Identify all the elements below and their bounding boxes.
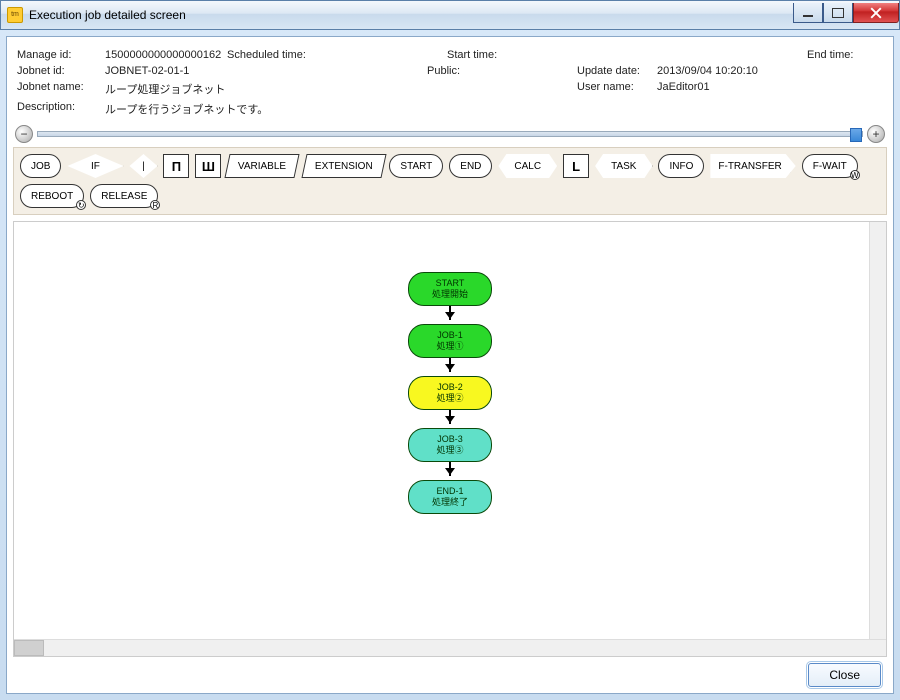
palette-task[interactable]: TASK [595,154,652,178]
end-time-label: End time: [807,49,867,61]
palette-ftransfer[interactable]: F-TRANSFER↘ [710,154,795,178]
palette-variable[interactable]: VARIABLE [225,154,300,178]
maximize-button[interactable] [823,3,853,23]
palette-merge-w[interactable]: Ш [195,154,221,178]
start-time-label: Start time: [447,49,507,61]
app-icon: tm [7,7,23,23]
jobnet-id-value: JOBNET-02-01-1 [105,65,189,77]
flow-node-job1[interactable]: JOB-1処理① [408,324,492,358]
palette-extension[interactable]: EXTENSION [301,154,386,178]
flow-arrow [449,358,451,372]
flow-canvas[interactable]: START処理開始 JOB-1処理① JOB-2処理② JOB-3処理③ END-1処理… [14,222,886,656]
zoom-out-button[interactable]: − [15,125,33,143]
palette-start[interactable]: START [389,154,443,178]
palette-calc[interactable]: CALC [498,154,557,178]
description-label: Description: [17,101,105,117]
palette-drop-i[interactable]: | [129,154,157,178]
flow-node-start[interactable]: START処理開始 [408,272,492,306]
description-value: ループを行うジョブネットです。 [105,101,268,117]
info-panel: Manage id:1500000000000000162 Scheduled … [13,43,887,125]
close-window-button[interactable] [853,3,899,23]
palette-job[interactable]: JOB [20,154,61,178]
jobnet-name-value: ループ処理ジョブネット [105,81,225,97]
palette-if[interactable]: IF [67,154,123,178]
manage-id-label: Manage id: [17,49,105,61]
update-date-value: 2013/09/04 10:20:10 [657,65,758,77]
content-area: Manage id:1500000000000000162 Scheduled … [6,36,894,694]
flow-node-end1[interactable]: END-1処理終了 [408,480,492,514]
jobnet-name-label: Jobnet name: [17,81,105,97]
manage-id-value: 1500000000000000162 [105,49,221,61]
titlebar[interactable]: tm Execution job detailed screen [0,0,900,30]
minimize-button[interactable] [793,3,823,23]
flow-diagram: START処理開始 JOB-1処理① JOB-2処理② JOB-3処理③ END-1処理… [408,272,492,514]
node-palette: JOBIF|ПШVARIABLEEXTENSIONSTARTENDCALCLTA… [13,147,887,215]
window-buttons [793,3,899,23]
palette-info[interactable]: INFO [658,154,704,178]
palette-end[interactable]: END [449,154,492,178]
update-date-label: Update date: [577,65,657,77]
palette-reboot[interactable]: REBOOT↻ [20,184,84,208]
palette-fwait[interactable]: F-WAITW [802,154,858,178]
flow-canvas-wrap: START処理開始 JOB-1処理① JOB-2処理② JOB-3処理③ END-1処理… [13,221,887,657]
flow-arrow [449,462,451,476]
horizontal-scroll-thumb[interactable] [14,640,44,656]
vertical-scrollbar[interactable] [869,222,886,639]
user-name-label: User name: [577,81,657,97]
palette-loop[interactable]: L [563,154,589,178]
palette-merge-m[interactable]: П [163,154,189,178]
window-title: Execution job detailed screen [29,8,793,22]
flow-node-job3[interactable]: JOB-3処理③ [408,428,492,462]
user-name-value: JaEditor01 [657,81,710,97]
footer: Close [13,657,887,687]
public-label: Public: [427,65,467,77]
horizontal-scrollbar[interactable] [14,639,886,656]
flow-arrow [449,410,451,424]
zoom-slider[interactable] [37,131,863,137]
zoom-slider-thumb[interactable] [850,128,862,142]
zoom-slider-row: − + [13,125,887,147]
zoom-in-button[interactable]: + [867,125,885,143]
palette-release[interactable]: RELEASER [90,184,158,208]
jobnet-id-label: Jobnet id: [17,65,105,77]
flow-node-job2[interactable]: JOB-2処理② [408,376,492,410]
close-button[interactable]: Close [808,663,881,687]
flow-arrow [449,306,451,320]
scheduled-time-label: Scheduled time: [227,49,315,61]
